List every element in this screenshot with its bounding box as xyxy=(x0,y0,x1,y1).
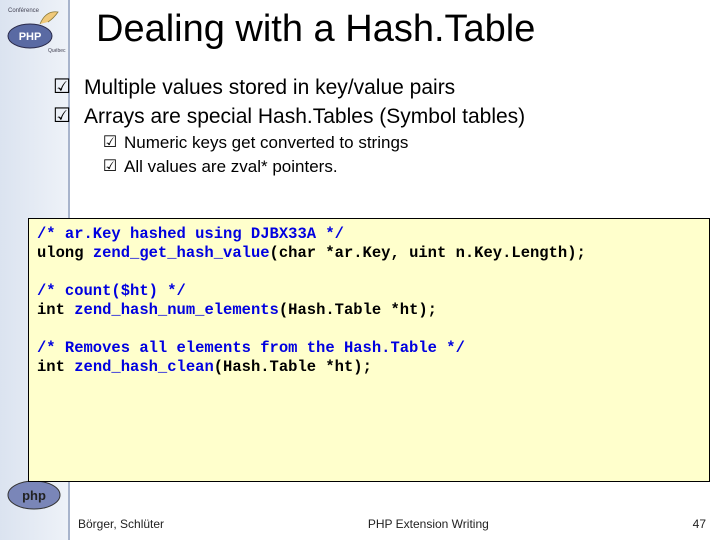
code-comment: /* Removes all elements from the Hash.Ta… xyxy=(37,339,465,357)
checkbox-icon: ☑ xyxy=(96,156,124,178)
footer-title: PHP Extension Writing xyxy=(164,517,693,531)
php-logo-icon: php xyxy=(6,478,62,512)
checkbox-icon: ☑ xyxy=(40,103,84,129)
checkbox-icon: ☑ xyxy=(40,74,84,100)
svg-text:php: php xyxy=(22,488,46,503)
bullet-text: Arrays are special Hash.Tables (Symbol t… xyxy=(84,103,525,130)
footer-authors: Börger, Schlüter xyxy=(78,517,164,531)
sub-bullet-item: ☑ All values are zval* pointers. xyxy=(96,156,704,178)
slide-title: Dealing with a Hash.Table xyxy=(96,8,535,51)
bullet-text: Multiple values stored in key/value pair… xyxy=(84,74,455,101)
sub-bullet-item: ☑ Numeric keys get converted to strings xyxy=(96,132,704,154)
svg-text:PHP: PHP xyxy=(19,31,42,43)
checkbox-icon: ☑ xyxy=(96,132,124,154)
code-line: ulong zend_get_hash_value(char *ar.Key, … xyxy=(37,244,586,262)
bullet-text: Numeric keys get converted to strings xyxy=(124,132,408,154)
bullet-item: ☑ Arrays are special Hash.Tables (Symbol… xyxy=(40,103,704,130)
code-line: int zend_hash_clean(Hash.Table *ht); xyxy=(37,358,372,376)
svg-text:Québec: Québec xyxy=(48,48,66,54)
code-comment: /* count($ht) */ xyxy=(37,282,186,300)
slide: PHP Conférence Québec php Dealing with a… xyxy=(0,0,720,540)
code-block: /* ar.Key hashed using DJBX33A */ ulong … xyxy=(28,218,710,482)
svg-text:Conférence: Conférence xyxy=(8,8,40,14)
bullet-item: ☑ Multiple values stored in key/value pa… xyxy=(40,74,704,101)
code-comment: /* ar.Key hashed using DJBX33A */ xyxy=(37,225,344,243)
footer: Börger, Schlüter PHP Extension Writing 4… xyxy=(78,514,706,534)
bullet-text: All values are zval* pointers. xyxy=(124,156,338,178)
footer-page-number: 47 xyxy=(693,517,706,531)
code-line: int zend_hash_num_elements(Hash.Table *h… xyxy=(37,301,437,319)
conference-php-logo: PHP Conférence Québec xyxy=(4,2,68,54)
bullet-list: ☑ Multiple values stored in key/value pa… xyxy=(40,74,704,180)
